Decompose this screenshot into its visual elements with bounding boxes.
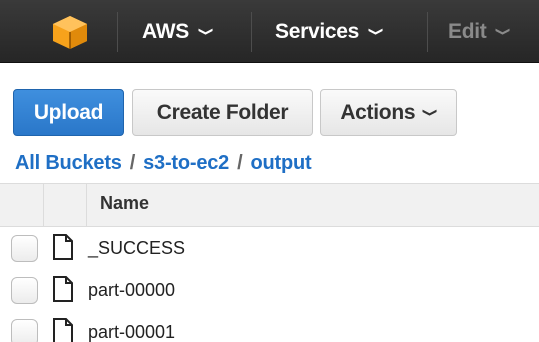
nav-aws-menu[interactable]: AWS ❯ xyxy=(142,0,216,63)
breadcrumb-folder[interactable]: output xyxy=(250,152,311,175)
aws-cube-icon[interactable] xyxy=(50,14,90,50)
chevron-down-icon: ❯ xyxy=(199,26,216,37)
nav-edit-menu[interactable]: Edit ❯ xyxy=(448,0,513,63)
column-divider xyxy=(43,183,44,227)
create-folder-button[interactable]: Create Folder xyxy=(132,89,313,136)
nav-edit-label: Edit xyxy=(448,19,487,43)
row-checkbox[interactable] xyxy=(11,319,38,342)
breadcrumb-separator: / xyxy=(129,151,136,174)
breadcrumb-all-buckets[interactable]: All Buckets xyxy=(15,152,122,175)
nav-services-menu[interactable]: Services ❯ xyxy=(275,0,386,63)
actions-label: Actions xyxy=(340,100,416,124)
breadcrumb-bucket[interactable]: s3-to-ec2 xyxy=(143,152,229,175)
chevron-down-icon: ❯ xyxy=(369,26,386,37)
file-icon xyxy=(53,276,73,302)
row-checkbox[interactable] xyxy=(11,235,38,262)
file-name[interactable]: part-00001 xyxy=(88,322,175,342)
nav-services-label: Services xyxy=(275,19,360,43)
file-icon xyxy=(53,318,73,342)
nav-divider xyxy=(117,12,118,52)
table-row[interactable]: part-00001 xyxy=(0,312,539,342)
nav-divider xyxy=(251,12,252,52)
table-row[interactable]: part-00000 xyxy=(0,270,539,312)
nav-aws-label: AWS xyxy=(142,19,189,43)
breadcrumb-separator: / xyxy=(237,151,243,174)
upload-button[interactable]: Upload xyxy=(13,89,124,136)
table-row[interactable]: _SUCCESS xyxy=(0,228,539,270)
table-header xyxy=(0,183,539,227)
breadcrumb: All Buckets / s3-to-ec2 / output xyxy=(15,150,312,176)
file-name[interactable]: part-00000 xyxy=(88,280,175,301)
column-divider xyxy=(86,183,87,227)
file-icon xyxy=(53,234,73,260)
top-nav-bar: AWS ❯ Services ❯ Edit ❯ xyxy=(0,0,539,63)
row-checkbox[interactable] xyxy=(11,277,38,304)
actions-button[interactable]: Actions ❯ xyxy=(320,89,457,136)
chevron-down-icon: ❯ xyxy=(423,107,440,118)
column-header-name[interactable]: Name xyxy=(100,193,149,214)
nav-divider xyxy=(427,12,428,52)
file-name[interactable]: _SUCCESS xyxy=(88,238,185,259)
chevron-down-icon: ❯ xyxy=(496,26,513,37)
